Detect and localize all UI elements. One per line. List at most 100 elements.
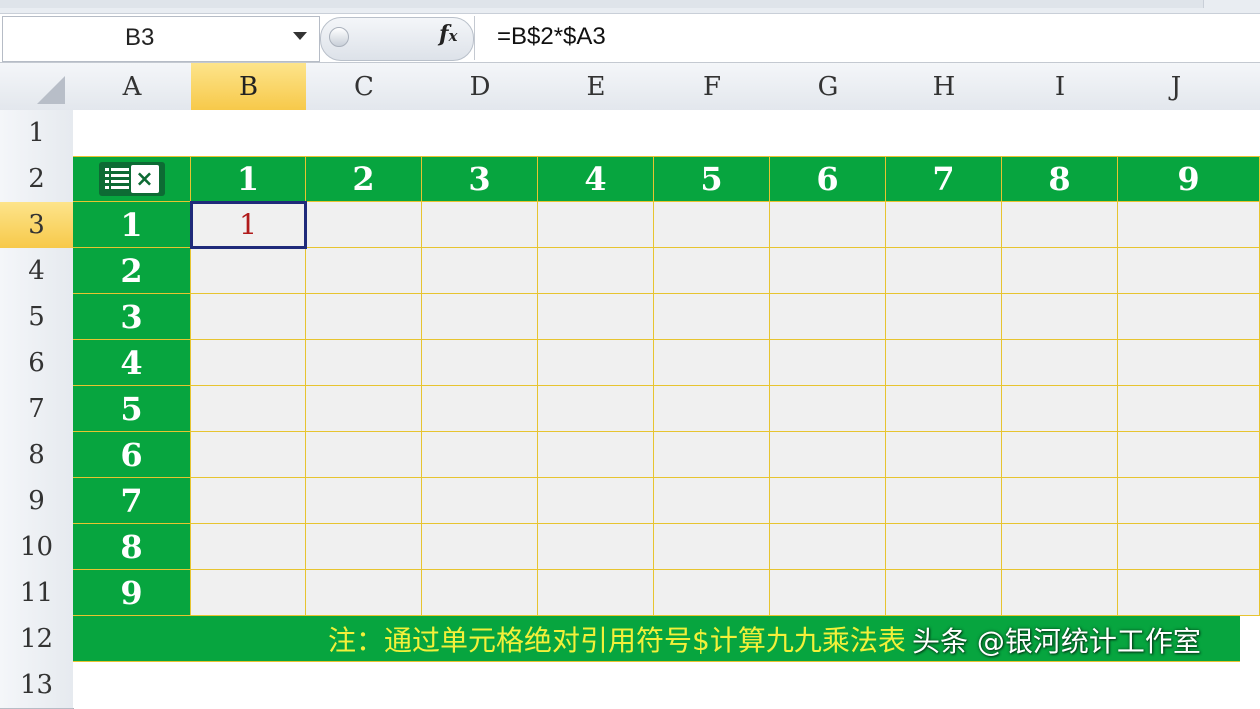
table-cell[interactable] [770, 202, 886, 248]
table-cell[interactable] [422, 432, 538, 478]
table-cell[interactable] [654, 386, 770, 432]
table-cell[interactable] [191, 570, 306, 616]
table-cell[interactable] [1118, 248, 1260, 294]
table-cell[interactable] [306, 570, 422, 616]
table-cell[interactable] [886, 432, 1002, 478]
table-cell[interactable] [1002, 386, 1118, 432]
table-cell[interactable] [306, 294, 422, 340]
table-cell[interactable] [1002, 202, 1118, 248]
table-cell[interactable] [654, 570, 770, 616]
table-cell[interactable] [654, 524, 770, 570]
table-cell[interactable] [886, 340, 1002, 386]
row-header-8[interactable]: 8 [0, 432, 74, 479]
table-cell[interactable] [538, 432, 654, 478]
row-header-7[interactable]: 7 [0, 386, 74, 433]
table-header-cell[interactable]: 3 [422, 156, 538, 202]
cell-b3[interactable]: 1 [191, 202, 306, 248]
table-cell[interactable] [1118, 570, 1260, 616]
formula-bar-splitter[interactable]: fx [320, 17, 474, 61]
table-cell[interactable] [886, 386, 1002, 432]
table-cell[interactable] [422, 570, 538, 616]
row-label-cell[interactable]: 8 [73, 524, 191, 570]
row-label-cell[interactable]: 4 [73, 340, 191, 386]
table-cell[interactable] [654, 294, 770, 340]
name-box[interactable]: B3 [2, 16, 320, 62]
table-cell[interactable] [422, 386, 538, 432]
table-cell[interactable] [886, 202, 1002, 248]
table-cell[interactable] [1002, 294, 1118, 340]
table-cell[interactable] [770, 248, 886, 294]
row-header-10[interactable]: 10 [0, 524, 74, 571]
row-header-11[interactable]: 11 [0, 570, 74, 617]
table-cell[interactable] [1118, 478, 1260, 524]
table-cell[interactable] [538, 524, 654, 570]
table-cell[interactable] [306, 524, 422, 570]
column-header-e[interactable]: E [538, 63, 655, 111]
table-cell[interactable] [191, 386, 306, 432]
column-header-partial[interactable] [1234, 63, 1260, 111]
table-cell[interactable] [886, 524, 1002, 570]
splitter-handle-icon[interactable] [329, 27, 349, 47]
table-cell[interactable] [1002, 570, 1118, 616]
table-cell[interactable] [422, 340, 538, 386]
row-label-cell[interactable]: 7 [73, 478, 191, 524]
table-cell[interactable] [886, 248, 1002, 294]
table-cell[interactable] [422, 248, 538, 294]
table-cell[interactable] [1118, 340, 1260, 386]
row-header-3[interactable]: 3 [0, 202, 74, 249]
table-cell[interactable] [191, 478, 306, 524]
row-header-4[interactable]: 4 [0, 248, 74, 295]
table-cell[interactable] [306, 478, 422, 524]
select-all-corner[interactable] [0, 63, 74, 111]
row-header-1[interactable]: 1 [0, 110, 74, 157]
corner-logo-cell[interactable]: × [73, 156, 191, 202]
table-header-cell[interactable]: 9 [1118, 156, 1260, 202]
table-cell[interactable] [191, 340, 306, 386]
table-cell[interactable] [770, 294, 886, 340]
row-header-6[interactable]: 6 [0, 340, 74, 387]
table-cell[interactable] [538, 570, 654, 616]
table-cell[interactable] [306, 248, 422, 294]
table-cell[interactable] [654, 340, 770, 386]
formula-input[interactable]: =B$2*$A3 [474, 16, 1259, 60]
table-cell[interactable] [654, 248, 770, 294]
table-header-cell[interactable]: 6 [770, 156, 886, 202]
column-header-i[interactable]: I [1002, 63, 1119, 111]
table-cell[interactable] [770, 340, 886, 386]
table-cell[interactable] [306, 340, 422, 386]
table-cell[interactable] [654, 202, 770, 248]
table-header-cell[interactable]: 8 [1002, 156, 1118, 202]
table-cell[interactable] [538, 478, 654, 524]
table-header-cell[interactable]: 2 [306, 156, 422, 202]
column-header-f[interactable]: F [654, 63, 771, 111]
table-cell[interactable] [770, 386, 886, 432]
table-cell[interactable] [770, 432, 886, 478]
table-cell[interactable] [1118, 524, 1260, 570]
table-cell[interactable] [770, 478, 886, 524]
table-header-cell[interactable]: 1 [191, 156, 306, 202]
column-header-d[interactable]: D [422, 63, 539, 111]
row-header-5[interactable]: 5 [0, 294, 74, 341]
table-cell[interactable] [886, 570, 1002, 616]
table-cell[interactable] [306, 202, 422, 248]
table-cell[interactable] [1002, 478, 1118, 524]
table-cell[interactable] [1118, 294, 1260, 340]
table-cell[interactable] [1002, 340, 1118, 386]
row-label-cell[interactable]: 6 [73, 432, 191, 478]
table-header-cell[interactable]: 7 [886, 156, 1002, 202]
table-cell[interactable] [191, 248, 306, 294]
chevron-down-icon[interactable] [293, 32, 307, 40]
table-cell[interactable] [1002, 432, 1118, 478]
table-cell[interactable] [654, 478, 770, 524]
table-cell[interactable] [538, 202, 654, 248]
table-cell[interactable] [1002, 248, 1118, 294]
row-label-cell[interactable]: 9 [73, 570, 191, 616]
table-cell[interactable] [422, 294, 538, 340]
column-header-c[interactable]: C [306, 63, 423, 111]
row-header-12[interactable]: 12 [0, 616, 74, 663]
row-13-blank[interactable] [73, 662, 1260, 708]
row-label-cell[interactable]: 2 [73, 248, 191, 294]
table-cell[interactable] [654, 432, 770, 478]
table-cell[interactable] [1118, 432, 1260, 478]
table-cell[interactable] [538, 386, 654, 432]
